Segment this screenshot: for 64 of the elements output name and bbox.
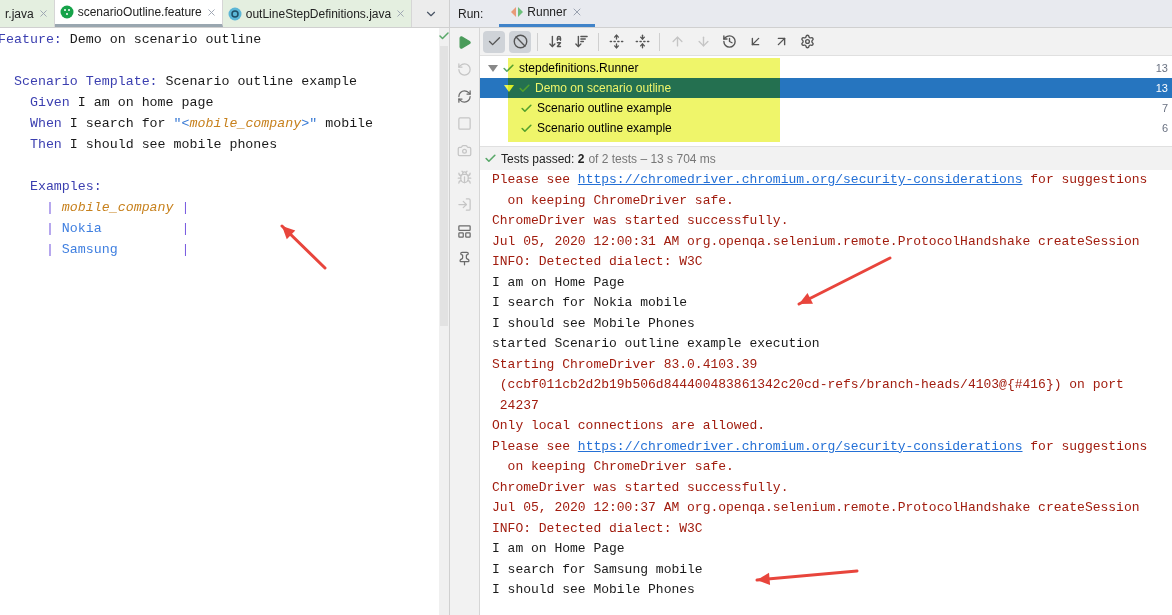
console-line: Please see https://chromedriver.chromium.org/security-considerations for suggestions	[492, 171, 1148, 189]
duration: 7	[1161, 100, 1168, 116]
console-line: I should see Mobile Phones	[492, 581, 695, 599]
editor-tab[interactable]: r.java	[0, 0, 55, 27]
close-icon[interactable]	[205, 6, 217, 18]
console-line: ChromeDriver was started successfully.	[492, 212, 789, 230]
code-line: | Samsung |	[44, 242, 190, 257]
console-line: (ccbf011cb2d2b19b506d844400483861342c20cd-refs/branch-heads/4103@{#416}) on port	[498, 376, 1124, 394]
sort-icon	[573, 34, 589, 49]
runner-icon	[511, 7, 524, 17]
test-name: Scenario outline example	[537, 120, 672, 137]
check-icon	[438, 30, 450, 42]
console-line: Only local connections are allowed.	[492, 417, 766, 435]
console-line: I search for Samsung mobile	[492, 560, 703, 579]
editor-tab[interactable]: outLineStepDefinitions.java	[222, 0, 413, 27]
duration: 13	[1155, 80, 1168, 96]
ban-icon	[512, 34, 528, 49]
test-name: stepdefinitions.Runner	[519, 60, 639, 77]
console-line: Starting ChromeDriver 83.0.4103.39	[492, 355, 758, 374]
down-arrow-icon	[695, 34, 711, 49]
console-line: on keeping ChromeDriver safe.	[506, 191, 734, 210]
annotation-arrow	[280, 224, 327, 270]
console-line: Jul 05, 2020 12:00:31 AM org.openqa.selenium.remote.ProtocolHandshake createSession	[492, 232, 1140, 251]
console-line: on keeping ChromeDriver safe.	[506, 458, 734, 476]
code-line: Scenario Template: Scenario outline example	[12, 74, 358, 89]
check-icon	[484, 152, 497, 165]
check-button[interactable]	[483, 30, 505, 53]
run-label: Run:	[457, 5, 485, 23]
console-link[interactable]: https://chromedriver.chromium.org/security-considerations	[577, 172, 1023, 187]
collapse-icon	[634, 34, 650, 49]
ban-button[interactable]	[509, 30, 531, 53]
console-line: INFO: Detected dialect: W3C	[492, 253, 703, 271]
test-name: Demo on scenario outline	[535, 80, 672, 97]
scrollbar-thumb[interactable]	[440, 46, 448, 326]
console-line: Please see https://chromedriver.chromium.org/security-considerations for suggestions	[492, 437, 1148, 456]
tests-summary: Tests passed: 2	[501, 150, 585, 168]
code-line: Given I am on home page	[28, 95, 214, 110]
code-line: | Nokia |	[44, 221, 190, 236]
close-icon[interactable]	[395, 8, 407, 19]
code-line: | mobile_company |	[44, 200, 190, 215]
console-line: Jul 05, 2020 12:00:37 AM org.openqa.selenium.remote.ProtocolHandshake createSession	[492, 499, 1140, 517]
expand-icon	[608, 34, 624, 49]
test-name: Scenario outline example	[537, 100, 672, 117]
console-line: started Scenario outline example execution	[492, 335, 820, 353]
clock-icon	[721, 34, 737, 49]
console-link[interactable]: https://chromedriver.chromium.org/security-considerations	[577, 438, 1023, 454]
code-line: When I search for "<mobile_company>" mobile	[28, 116, 374, 131]
console-line: I search for Nokia mobile	[492, 294, 688, 312]
close-icon[interactable]	[37, 8, 49, 19]
console-line: I should see Mobile Phones	[492, 314, 695, 333]
code-line: Examples:	[28, 179, 102, 194]
sort-alpha-icon	[547, 34, 563, 49]
duration: 13	[1155, 60, 1168, 76]
editor-tab[interactable]: scenarioOutline.feature	[54, 0, 223, 27]
tests-detail: of 2 tests – 13 s 704 ms	[588, 150, 716, 168]
console-line: I am on Home Page	[492, 540, 625, 558]
console-line: INFO: Detected dialect: W3C	[492, 519, 703, 538]
code-line: Then I should see mobile phones	[28, 137, 278, 152]
duration: 6	[1161, 120, 1168, 136]
console-line: ChromeDriver was started successfully.	[492, 478, 789, 497]
console-line: I am on Home Page	[492, 273, 625, 292]
console-line: 24237	[498, 396, 539, 415]
code-line: Feature: Demo on scenario outline	[0, 32, 262, 47]
settings-icon	[799, 34, 815, 49]
